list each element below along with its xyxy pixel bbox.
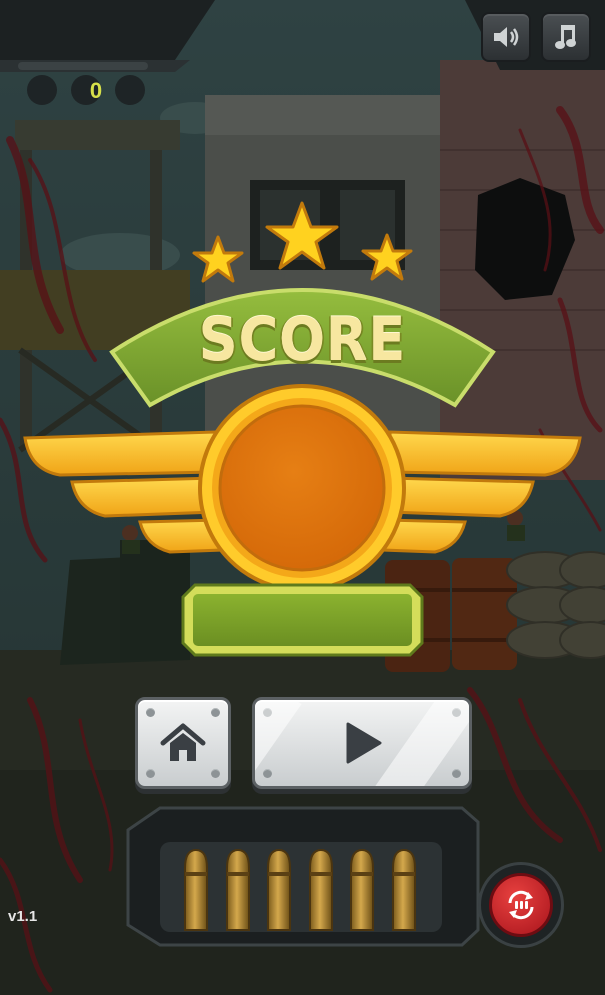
sound-button[interactable] [481, 12, 531, 62]
bullet [225, 848, 250, 931]
music-button[interactable] [541, 12, 591, 62]
bullet [391, 848, 416, 931]
speaker-icon [494, 27, 519, 47]
play-icon [346, 722, 382, 764]
score-value [186, 588, 420, 648]
game-screen: 0 SCORE v1.1 [0, 0, 605, 995]
bullet [267, 848, 292, 931]
score-title: SCORE [198, 305, 407, 375]
star-icon [361, 233, 413, 281]
ammo-bullets [180, 848, 420, 932]
bullet [308, 848, 333, 931]
music-note-icon [555, 25, 576, 49]
version-label: v1.1 [8, 908, 38, 925]
reload-button[interactable] [478, 862, 564, 948]
star-icon [192, 235, 244, 283]
home-icon [160, 723, 206, 761]
level-indicator: 0 [89, 78, 103, 103]
shine-stripe [255, 700, 302, 786]
reload-icon [508, 890, 534, 920]
star-icon [265, 201, 339, 270]
stars-rating [192, 201, 413, 283]
reload-button-face [489, 873, 553, 937]
play-button[interactable] [252, 697, 472, 789]
background-scene [0, 0, 605, 995]
bullet [184, 848, 208, 931]
bullet [350, 848, 375, 931]
home-button[interactable] [135, 697, 231, 789]
